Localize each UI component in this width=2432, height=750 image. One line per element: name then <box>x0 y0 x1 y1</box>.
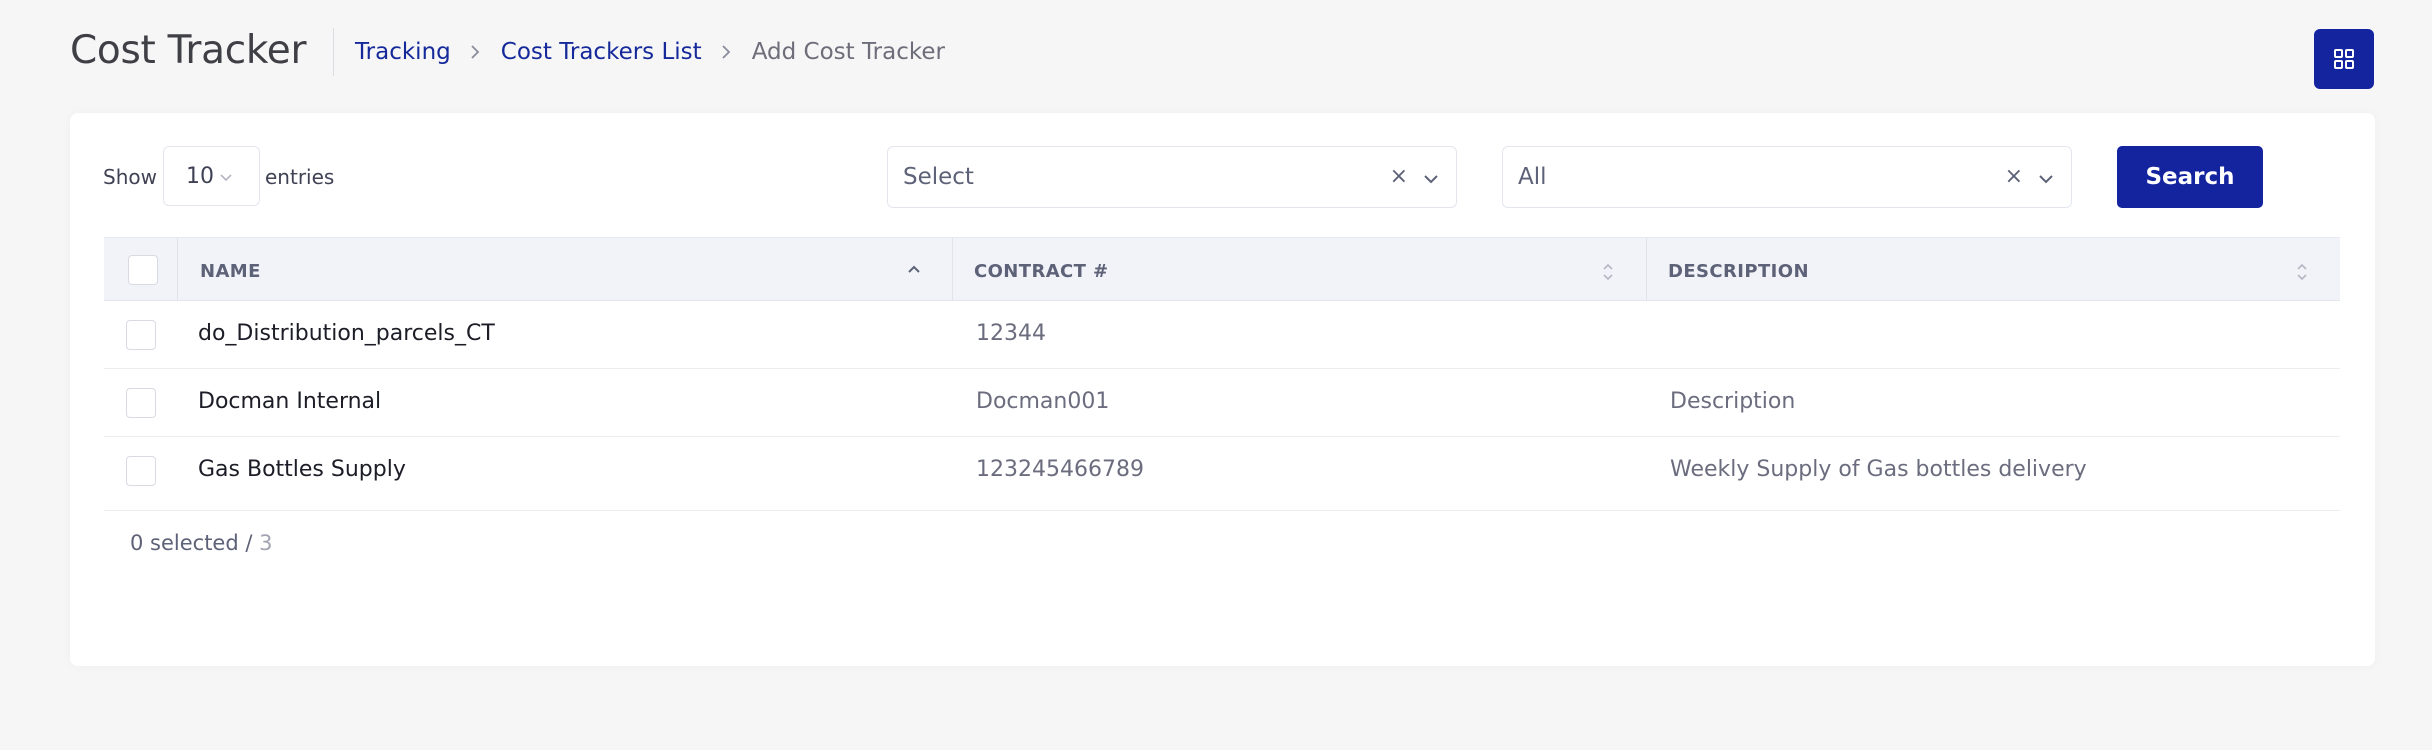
row-name[interactable]: Gas Bottles Supply <box>198 457 406 482</box>
row-contract: 12344 <box>976 321 1046 346</box>
title-divider <box>333 28 334 76</box>
select-all-checkbox[interactable] <box>128 255 158 285</box>
column-header-contract-label: CONTRACT # <box>974 261 1109 282</box>
sort-ascending-icon[interactable] <box>906 260 922 280</box>
row-contract: Docman001 <box>976 389 1110 414</box>
filter-select-1-value: Select <box>903 164 974 190</box>
entries-label: entries <box>265 165 335 189</box>
table-header: NAME CONTRACT # DESCRIPTION <box>104 237 2340 301</box>
chevron-down-icon[interactable] <box>2038 174 2054 184</box>
entries-value: 10 <box>186 164 214 189</box>
row-name[interactable]: Docman Internal <box>198 389 381 414</box>
table-row[interactable]: Docman Internal Docman001 Description <box>104 369 2340 437</box>
column-header-description-label: DESCRIPTION <box>1668 261 1809 282</box>
sort-icon[interactable] <box>1600 260 1616 284</box>
row-contract: 123245466789 <box>976 457 1144 482</box>
total-count: 3 <box>259 531 273 555</box>
clear-icon[interactable]: × <box>1390 164 1408 189</box>
row-description: Description <box>1670 389 1796 414</box>
column-header-name-label: NAME <box>200 261 261 282</box>
breadcrumb-cost-trackers-list[interactable]: Cost Trackers List <box>501 39 702 65</box>
breadcrumb: Tracking Cost Trackers List Add Cost Tra… <box>355 38 945 66</box>
row-checkbox[interactable] <box>126 320 156 350</box>
row-name[interactable]: do_Distribution_parcels_CT <box>198 321 495 346</box>
chevron-down-icon <box>220 174 232 182</box>
clear-icon[interactable]: × <box>2005 164 2023 189</box>
select-all-header <box>104 238 178 301</box>
page-title: Cost Tracker <box>70 28 307 73</box>
chevron-right-icon <box>718 38 736 66</box>
table-row[interactable]: do_Distribution_parcels_CT 12344 <box>104 301 2340 369</box>
breadcrumb-add-cost-tracker: Add Cost Tracker <box>751 39 945 65</box>
filter-select-2[interactable]: All × <box>1502 146 2072 208</box>
row-description: Weekly Supply of Gas bottles delivery <box>1670 457 2087 482</box>
row-checkbox[interactable] <box>126 456 156 486</box>
column-header-description[interactable]: DESCRIPTION <box>1646 238 2340 301</box>
column-header-contract[interactable]: CONTRACT # <box>952 238 1646 301</box>
filter-select-1[interactable]: Select × <box>887 146 1457 208</box>
chevron-down-icon[interactable] <box>1423 174 1439 184</box>
show-label: Show <box>103 165 157 189</box>
entries-per-page-select[interactable]: 10 <box>163 146 260 206</box>
grid-menu-button[interactable] <box>2314 29 2374 89</box>
selected-text: 0 selected / <box>130 531 260 555</box>
selection-count: 0 selected / 3 <box>130 531 272 555</box>
row-checkbox[interactable] <box>126 388 156 418</box>
chevron-right-icon <box>467 38 485 66</box>
grid-icon <box>2334 49 2354 69</box>
breadcrumb-tracking[interactable]: Tracking <box>355 39 451 65</box>
table-row[interactable]: Gas Bottles Supply 123245466789 Weekly S… <box>104 437 2340 511</box>
sort-icon[interactable] <box>2294 260 2310 284</box>
page-header: Cost Tracker Tracking Cost Trackers List… <box>0 0 2432 112</box>
search-button[interactable]: Search <box>2117 146 2263 208</box>
filter-select-2-value: All <box>1518 164 1547 190</box>
column-header-name[interactable]: NAME <box>178 238 952 301</box>
cost-trackers-table: NAME CONTRACT # DESCRIPTION do_Distribut… <box>104 237 2340 511</box>
cost-tracker-card: Show 10 entries Select × All × Search NA… <box>70 113 2375 666</box>
